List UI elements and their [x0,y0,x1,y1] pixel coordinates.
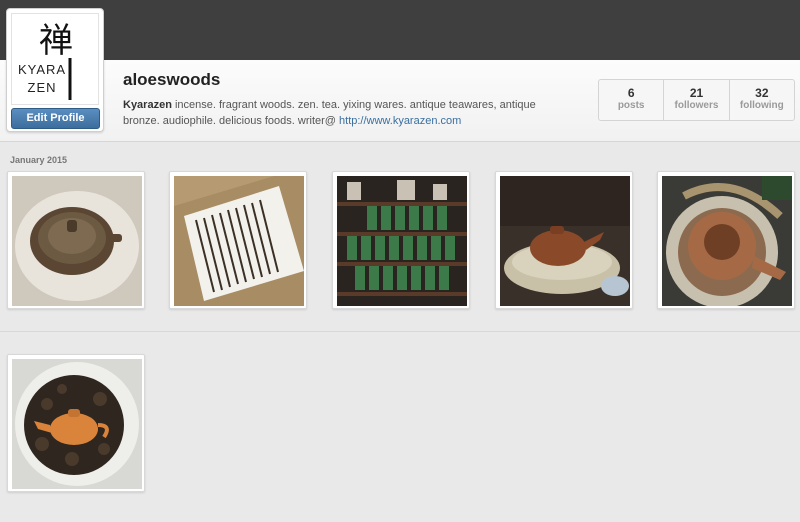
photo-thumbnail[interactable] [495,171,633,309]
photo-thumbnail[interactable] [7,354,145,492]
yixing-teapot-photo [500,176,630,306]
stat-value: 32 [755,86,769,100]
photo-thumbnail[interactable] [332,171,470,309]
edit-profile-button[interactable]: Edit Profile [11,108,100,129]
feed-date-label: January 2015 [10,155,68,165]
profile-username: aloeswoods [123,70,221,89]
logo-glyph: 禅 [39,21,73,61]
photo-thumbnail[interactable] [169,171,307,309]
incense-sticks-photo [174,176,304,306]
profile-website-link[interactable]: http://www.kyarazen.com [339,115,461,127]
avatar-card: 禅 KYARA ZEN Edit Profile [6,8,104,132]
stat-label: following [739,100,784,111]
stat-value: 21 [689,86,704,100]
profile-bio-text: incense. fragrant woods. zen. tea. yixin… [123,99,536,127]
stat-followers[interactable]: 21 followers [664,80,730,120]
tea-tins-shelf-photo [337,176,467,306]
logo-line1: KYARA [18,62,66,77]
teapot-on-leaves-photo [12,359,142,489]
top-navigation-bar [0,0,800,60]
stat-label: posts [617,100,645,111]
profile-stats: 6 posts 21 followers 32 following [598,79,795,121]
kyarazen-logo-icon: 禅 KYARA ZEN [18,21,73,100]
stat-value: 6 [627,86,635,100]
teapot-lid-photo [12,176,142,306]
profile-bio: Kyarazen incense. fragrant woods. zen. t… [123,97,563,129]
logo-line2: ZEN [28,80,57,95]
feed-row-divider [0,331,800,332]
photo-thumbnail[interactable] [657,171,795,309]
stat-following[interactable]: 32 following [730,80,794,120]
profile-display-name: Kyarazen [123,99,172,111]
stat-posts[interactable]: 6 posts [599,80,665,120]
photo-thumbnail[interactable] [7,171,145,309]
clay-teapot-burner-photo [662,176,792,306]
avatar[interactable]: 禅 KYARA ZEN [11,13,99,105]
stat-label: followers [674,100,719,111]
